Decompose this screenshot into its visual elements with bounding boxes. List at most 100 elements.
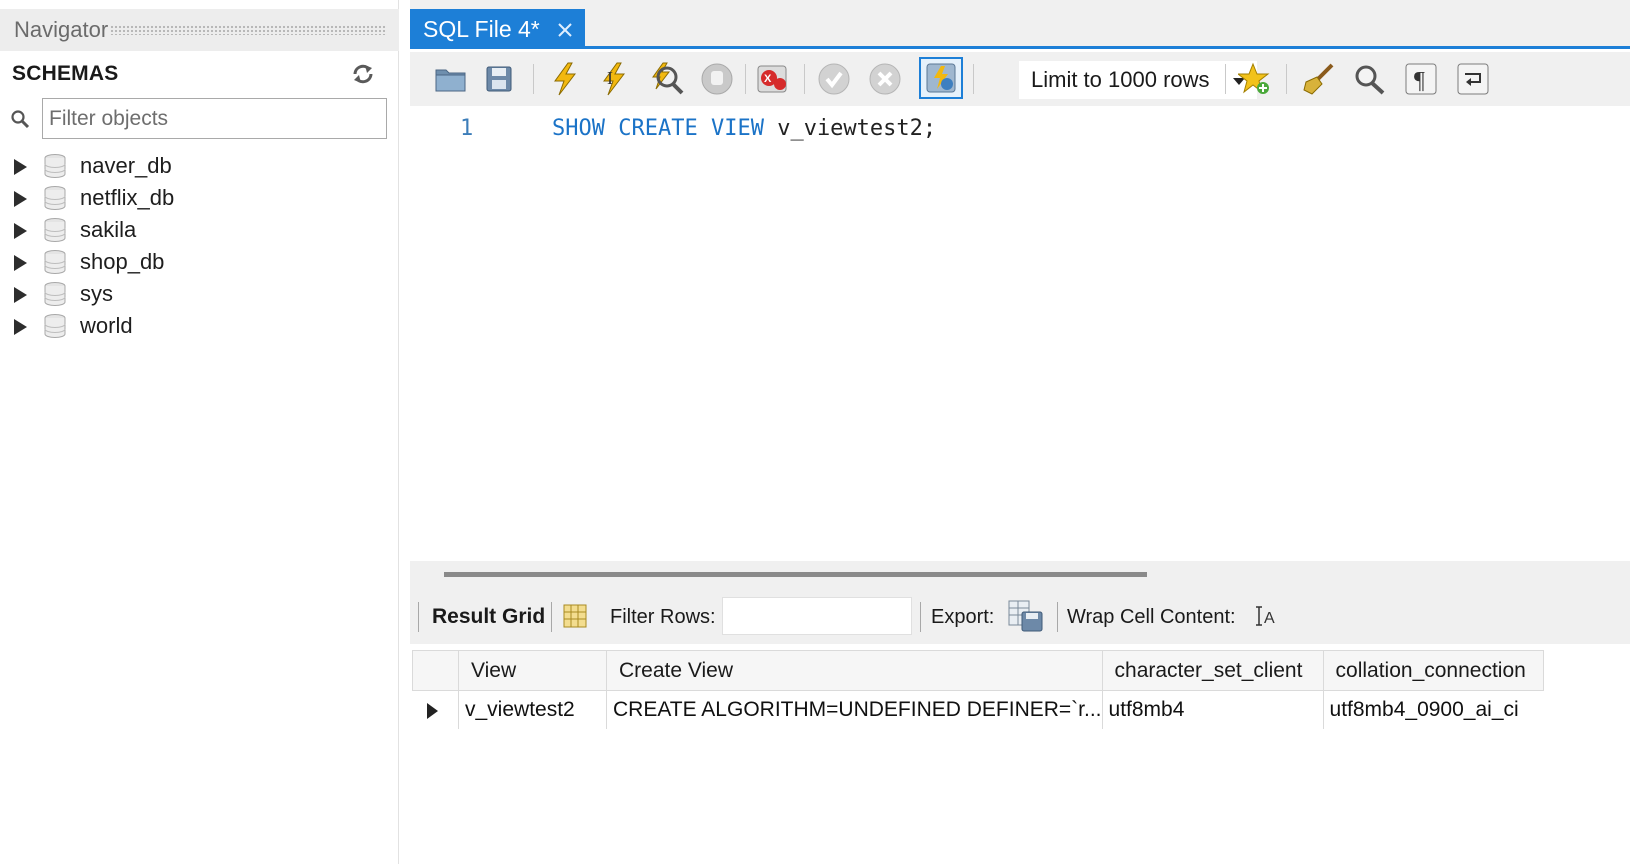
sql-editor[interactable]: 1 SHOW CREATE VIEW v_viewtest2; <box>410 106 1630 561</box>
database-icon <box>44 250 66 274</box>
schema-name: sakila <box>80 217 137 242</box>
column-header-collation-connection[interactable]: collation_connection <box>1322 650 1544 691</box>
find-button[interactable] <box>1350 60 1388 98</box>
word-wrap-icon <box>1457 63 1489 95</box>
schema-name: shop_db <box>80 249 165 274</box>
editor-tab-bar: SQL File 4* <box>410 0 1630 49</box>
svg-text:X: X <box>764 73 772 85</box>
limit-rows-select[interactable]: Limit to 1000 rows <box>1018 60 1258 100</box>
schema-name: naver_db <box>80 153 172 178</box>
view-identifier: v_viewtest2; <box>777 116 937 141</box>
rollback-button[interactable] <box>866 60 904 98</box>
lightning-icon <box>554 62 577 96</box>
line-number: 1 <box>460 116 474 141</box>
filter-objects-row <box>0 97 399 141</box>
table-row[interactable]: v_viewtest2 CREATE ALGORITHM=UNDEFINED D… <box>412 690 1544 729</box>
execute-current-button[interactable]: I <box>596 60 634 98</box>
save-button[interactable] <box>480 60 518 98</box>
schema-tree: naver_db netflix_db sakila shop_db sys w… <box>0 150 399 342</box>
schema-name: sys <box>80 281 113 306</box>
svg-text:¶: ¶ <box>1414 68 1425 94</box>
close-icon[interactable] <box>556 21 574 39</box>
cell-character-set-client[interactable]: utf8mb4 <box>1101 690 1324 729</box>
expand-arrow-icon[interactable] <box>14 159 27 175</box>
refresh-icon[interactable] <box>351 63 375 85</box>
database-icon <box>44 186 66 210</box>
toolbar-separator <box>551 602 552 632</box>
expand-arrow-icon[interactable] <box>14 319 27 335</box>
folder-icon <box>435 69 466 92</box>
toolbar-separator <box>1225 64 1226 94</box>
stop-button[interactable] <box>698 60 736 98</box>
schema-item-shop-db[interactable]: shop_db <box>0 246 399 278</box>
column-header-create-view[interactable]: Create View <box>606 650 1103 691</box>
schema-name: netflix_db <box>80 185 175 210</box>
cancel-icon <box>869 63 901 95</box>
explain-magnifier-icon <box>652 62 684 95</box>
column-header-view[interactable]: View <box>458 650 607 691</box>
explain-button[interactable] <box>648 60 686 98</box>
cell-view[interactable]: v_viewtest2 <box>458 690 607 729</box>
stop-on-error-button[interactable]: X <box>754 60 792 98</box>
cell-create-view[interactable]: CREATE ALGORITHM=UNDEFINED DEFINER=`r... <box>606 690 1103 729</box>
toolbar-separator <box>418 602 419 632</box>
schema-item-world[interactable]: world <box>0 310 399 342</box>
autocommit-icon <box>926 63 956 93</box>
open-file-button[interactable] <box>432 60 470 98</box>
keyword: CREATE <box>618 116 698 141</box>
filter-rows-input[interactable] <box>722 597 912 635</box>
database-icon <box>44 282 66 306</box>
expand-arrow-icon[interactable] <box>14 287 27 303</box>
database-icon <box>44 154 66 178</box>
result-grid[interactable]: View Create View character_set_client co… <box>410 644 1630 864</box>
schema-item-sys[interactable]: sys <box>0 278 399 310</box>
toolbar-separator <box>1057 602 1058 632</box>
limit-rows-value: Limit to 1000 rows <box>1031 67 1210 92</box>
svg-text:A: A <box>1264 610 1275 627</box>
navigator-header: Navigator <box>0 9 399 51</box>
schema-item-netflix-db[interactable]: netflix_db <box>0 182 399 214</box>
navigator-drag-handle[interactable] <box>110 25 387 35</box>
execute-button[interactable] <box>546 60 584 98</box>
toolbar-separator <box>804 64 805 94</box>
save-icon <box>486 66 512 92</box>
expand-arrow-icon[interactable] <box>14 255 27 271</box>
invisible-chars-button[interactable]: ¶ <box>1402 60 1440 98</box>
keyword: VIEW <box>710 116 764 141</box>
cell-collation-connection[interactable]: utf8mb4_0900_ai_ci <box>1322 690 1544 729</box>
schema-item-sakila[interactable]: sakila <box>0 214 399 246</box>
toolbar-separator <box>745 64 746 94</box>
expand-arrow-icon[interactable] <box>14 191 27 207</box>
result-grid-tab[interactable]: Result Grid <box>432 605 545 629</box>
expand-arrow-icon[interactable] <box>14 223 27 239</box>
commit-button[interactable] <box>815 60 853 98</box>
stop-hand-icon <box>701 63 733 95</box>
tab-label: SQL File 4* <box>423 15 540 42</box>
filter-objects-input[interactable] <box>42 98 387 139</box>
current-row-arrow-icon <box>426 703 438 719</box>
check-icon <box>818 63 850 95</box>
schema-item-naver-db[interactable]: naver_db <box>0 150 399 182</box>
toolbar-separator <box>533 64 534 94</box>
star-add-icon <box>1238 62 1270 94</box>
wrap-cell-icon[interactable]: A <box>1253 603 1279 629</box>
svg-text:I: I <box>607 68 613 88</box>
navigator-title: Navigator <box>14 17 109 42</box>
row-selector[interactable] <box>412 690 459 729</box>
column-header-character-set-client[interactable]: character_set_client <box>1101 650 1324 691</box>
export-icon[interactable] <box>1008 600 1044 632</box>
autocommit-toggle[interactable] <box>919 57 963 99</box>
pilcrow-icon: ¶ <box>1405 63 1437 95</box>
add-snippet-button[interactable] <box>1236 60 1274 98</box>
result-table: View Create View character_set_client co… <box>412 650 1544 729</box>
wrap-lines-button[interactable] <box>1454 60 1492 98</box>
beautify-button[interactable] <box>1300 60 1338 98</box>
toolbar-separator <box>920 602 921 632</box>
schema-name: world <box>80 313 133 338</box>
scrollbar-thumb[interactable] <box>444 572 1147 577</box>
wrap-cell-content-label: Wrap Cell Content: <box>1067 606 1236 628</box>
schemas-label: SCHEMAS <box>12 62 119 85</box>
tab-sql-file[interactable]: SQL File 4* <box>410 9 585 49</box>
grid-view-icon[interactable] <box>562 603 588 629</box>
editor-horizontal-scrollbar[interactable] <box>410 561 1630 589</box>
